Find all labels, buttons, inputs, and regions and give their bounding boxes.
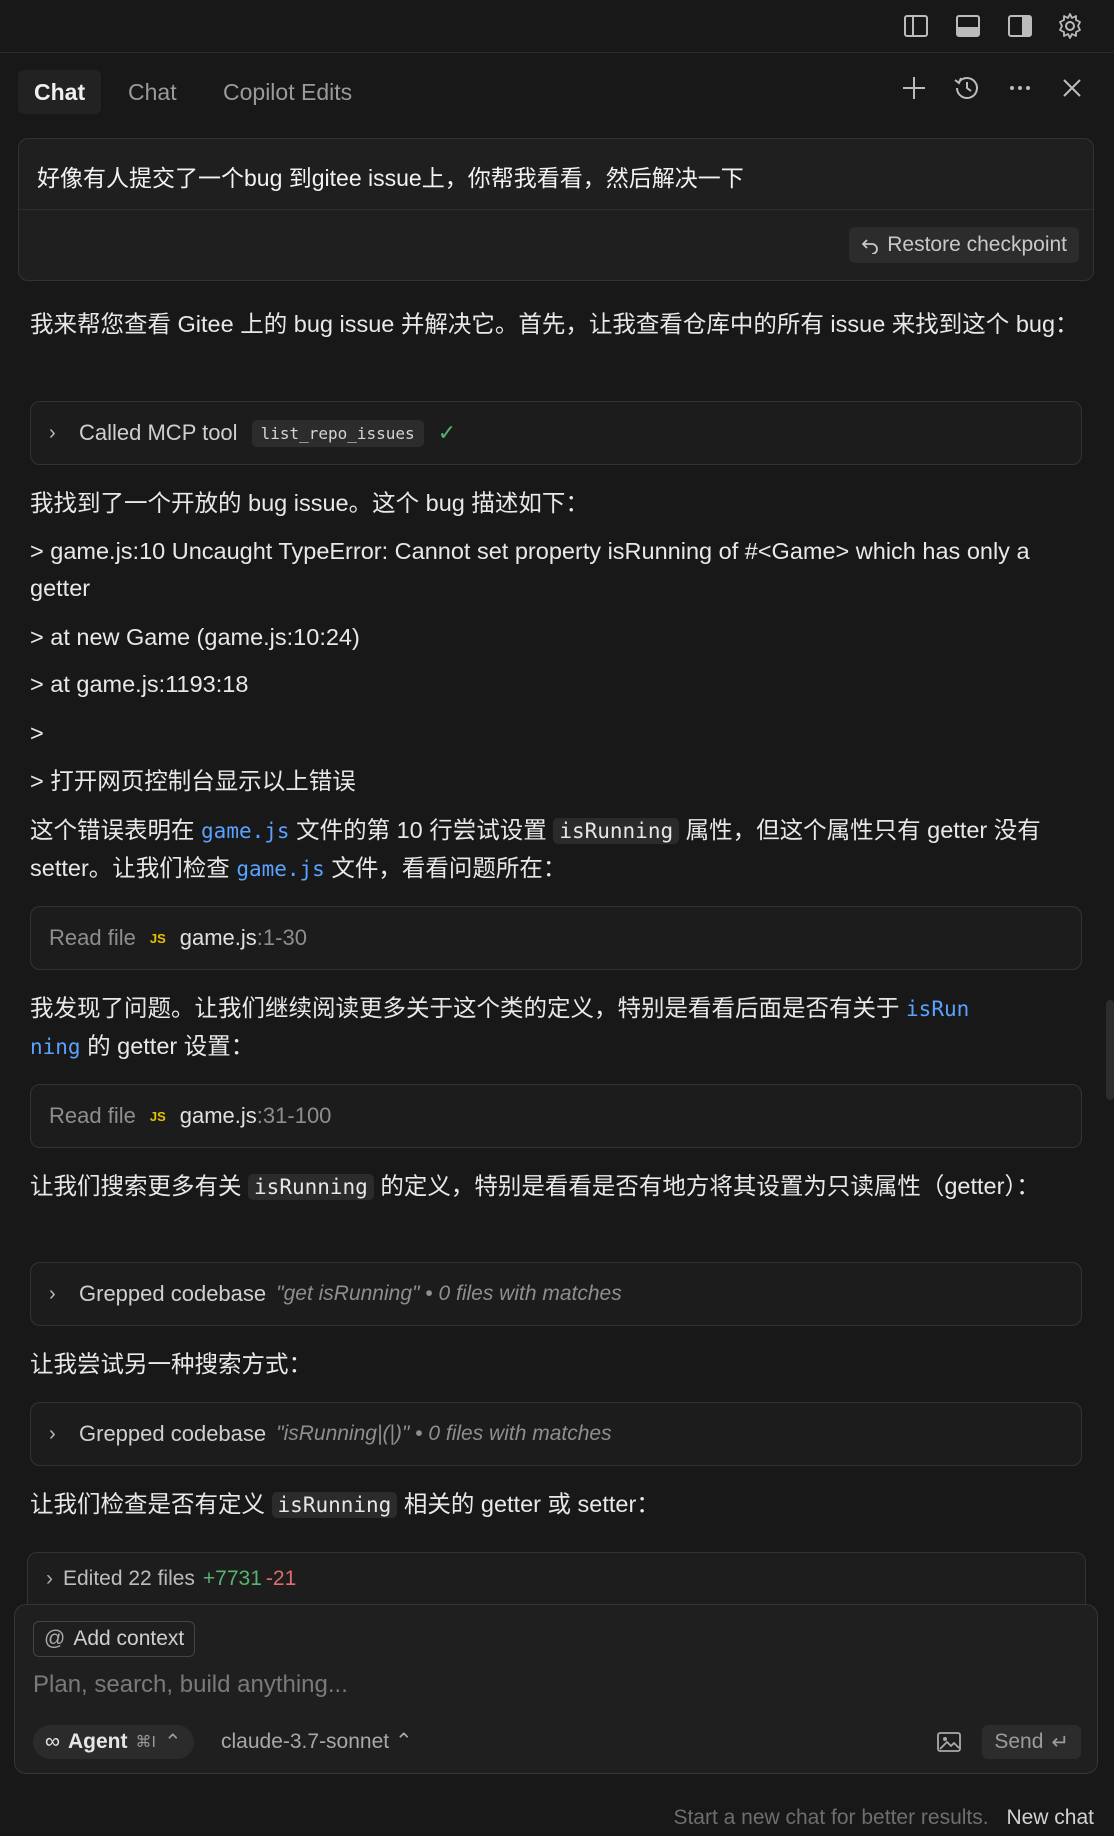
grep-card[interactable]: › Grepped codebase "isRunning|(|)" • 0 f… xyxy=(30,1402,1082,1466)
chevron-right-icon: › xyxy=(49,1282,56,1305)
restore-checkpoint-button[interactable]: Restore checkpoint xyxy=(849,227,1079,263)
gear-icon[interactable] xyxy=(1054,10,1086,42)
assistant-paragraph: 让我们搜索更多有关 isRunning 的定义，特别是看看是否有地方将其设置为只… xyxy=(30,1173,1040,1200)
quote-line: > 打开网页控制台显示以上错误 xyxy=(30,768,356,794)
read-file-card[interactable]: Read file JS game.js:31-100 xyxy=(30,1084,1082,1148)
inline-code-link[interactable]: isRun xyxy=(906,997,969,1021)
chevron-up-icon: ⌃ xyxy=(394,1730,413,1753)
edited-files-bar[interactable]: › Edited 22 files +7731 -21 xyxy=(27,1552,1086,1605)
read-file-card[interactable]: Read file JS game.js:1-30 xyxy=(30,906,1082,970)
history-icon[interactable] xyxy=(949,70,985,106)
grep-card[interactable]: › Grepped codebase "get isRunning" • 0 f… xyxy=(30,1262,1082,1326)
user-message[interactable]: 好像有人提交了一个bug 到gitee issue上，你帮我看看，然后解决一下 … xyxy=(18,138,1094,281)
inline-code: isRunning xyxy=(553,818,680,844)
quote-line: > at new Game (game.js:10:24) xyxy=(30,624,360,650)
assistant-paragraph: 让我尝试另一种搜索方式： xyxy=(30,1351,312,1377)
close-icon[interactable] xyxy=(1054,70,1090,106)
js-file-icon: JS xyxy=(149,1108,166,1124)
tab-copilot-edits[interactable]: Copilot Edits xyxy=(207,70,368,114)
add-context-button[interactable]: @ Add context xyxy=(33,1621,196,1657)
send-button[interactable]: Send ↵ xyxy=(982,1725,1081,1759)
scrollbar[interactable] xyxy=(1106,1000,1114,1100)
layout-sidebar-left-icon[interactable] xyxy=(900,10,932,42)
chevron-right-icon: › xyxy=(49,421,56,444)
assistant-paragraph: 这个错误表明在 game.js 文件的第 10 行尝试设置 isRunning … xyxy=(30,817,1041,881)
chevron-right-icon: › xyxy=(49,1422,56,1445)
more-icon[interactable] xyxy=(1002,70,1038,106)
tab-chat-active[interactable]: Chat xyxy=(18,70,102,114)
chevron-right-icon: › xyxy=(46,1567,53,1590)
quote-line: > game.js:10 Uncaught TypeError: Cannot … xyxy=(30,538,1030,601)
assistant-paragraph: 我发现了问题。让我们继续阅读更多关于这个类的定义，特别是看看后面是否有关于 is… xyxy=(30,995,970,1059)
inline-code-link[interactable]: ning xyxy=(30,1035,81,1059)
inline-code: isRunning xyxy=(271,1492,398,1518)
chat-composer[interactable]: @ Add context Plan, search, build anythi… xyxy=(14,1604,1098,1774)
new-chat-link[interactable]: New chat xyxy=(1006,1806,1094,1829)
assistant-paragraph: 让我们检查是否有定义 isRunning 相关的 getter 或 setter… xyxy=(30,1491,660,1518)
layout-panel-icon[interactable] xyxy=(952,10,984,42)
chat-tabs: Chat Chat Copilot Edits xyxy=(0,60,1114,120)
assistant-paragraph: 我找到了一个开放的 bug issue。这个 bug 描述如下： xyxy=(30,490,589,516)
chevron-up-icon: ⌃ xyxy=(163,1730,182,1754)
js-file-icon: JS xyxy=(149,930,166,946)
model-selector[interactable]: claude-3.7-sonnet ⌃ xyxy=(221,1729,413,1754)
mcp-tool-call[interactable]: › Called MCP tool list_repo_issues ✓ xyxy=(30,401,1082,465)
at-icon: @ xyxy=(44,1627,66,1650)
infinity-icon: ∞ xyxy=(45,1730,60,1753)
enter-icon: ↵ xyxy=(1051,1730,1069,1754)
tool-name-badge: list_repo_issues xyxy=(251,419,424,447)
image-icon[interactable] xyxy=(937,1731,961,1758)
top-toolbar xyxy=(0,0,1114,53)
footer-hint: Start a new chat for better results. New… xyxy=(673,1806,1094,1829)
inline-code: isRunning xyxy=(248,1174,374,1200)
undo-icon xyxy=(861,239,879,254)
file-link[interactable]: game.js xyxy=(201,819,290,843)
file-link[interactable]: game.js xyxy=(236,857,325,881)
quote-line: > xyxy=(30,720,44,746)
tab-chat[interactable]: Chat xyxy=(112,70,193,114)
plus-icon[interactable] xyxy=(896,70,932,106)
agent-mode-selector[interactable]: ∞ Agent ⌘I ⌃ xyxy=(33,1725,194,1759)
assistant-paragraph: 我来帮您查看 Gitee 上的 bug issue 并解决它。首先，让我查看仓库… xyxy=(30,311,1079,337)
chat-input[interactable]: Plan, search, build anything... xyxy=(33,1671,348,1699)
layout-sidebar-right-icon[interactable] xyxy=(1004,10,1036,42)
check-icon: ✓ xyxy=(437,420,457,445)
quote-line: > at game.js:1193:18 xyxy=(30,671,249,697)
user-message-text: 好像有人提交了一个bug 到gitee issue上，你帮我看看，然后解决一下 xyxy=(37,165,744,191)
divider xyxy=(19,209,1093,210)
